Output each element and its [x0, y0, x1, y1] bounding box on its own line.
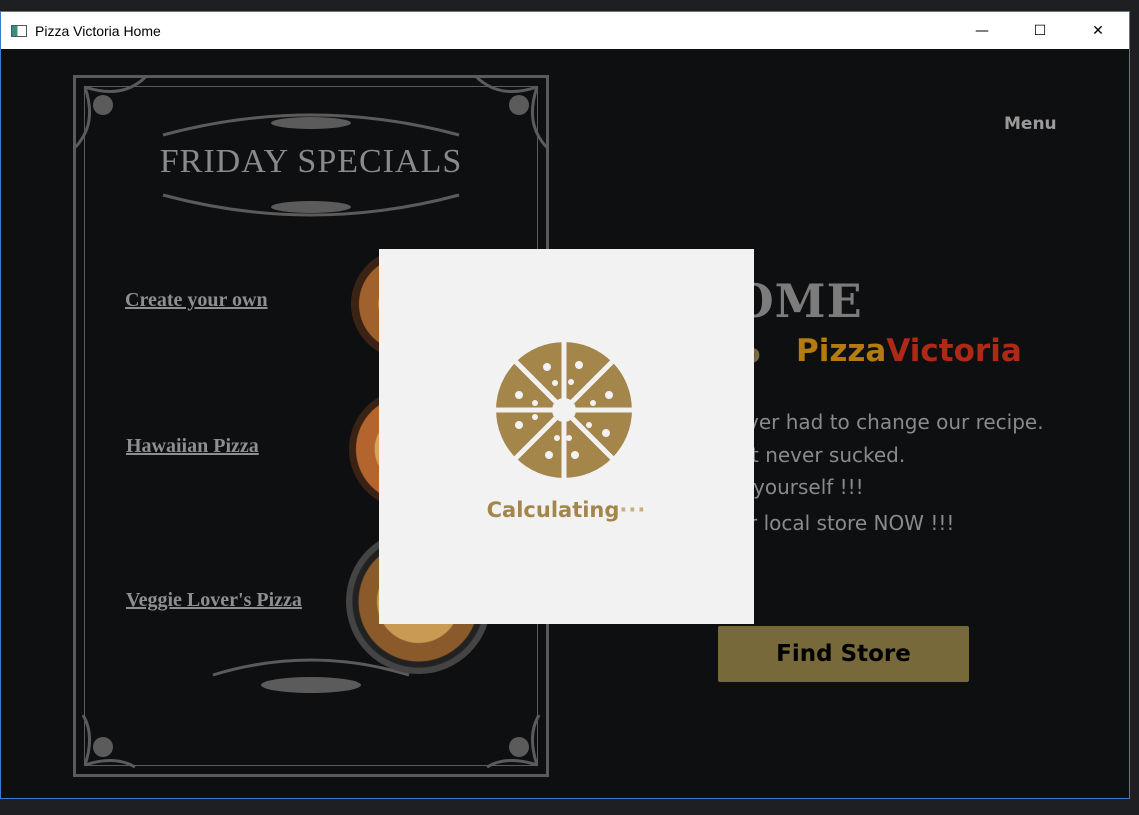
tagline-line-3: yourself !!! [753, 475, 864, 499]
maximize-button[interactable]: ☐ [1011, 12, 1069, 49]
app-window: Pizza Victoria Home — ☐ ✕ FRIDAY SPECIAL… [0, 11, 1130, 799]
menu-item-hawaiian-pizza[interactable]: Hawaiian Pizza [126, 435, 259, 458]
brand-name-part1: Pizza [796, 333, 887, 369]
loading-dialog: Calculating··· [379, 249, 754, 624]
tagline-line-2: t never sucked. [751, 443, 906, 467]
title-bar[interactable]: Pizza Victoria Home — ☐ ✕ [1, 12, 1129, 49]
loading-dots: ··· [619, 498, 647, 522]
loading-label: Calculating [486, 498, 620, 522]
pizza-icon [491, 337, 637, 483]
find-store-button[interactable]: Find Store [718, 626, 969, 682]
loading-text: Calculating··· [379, 498, 754, 522]
tagline-line-1: ver had to change our recipe. [747, 410, 1044, 434]
page-content: FRIDAY SPECIALS Create your own Hawaiian… [1, 49, 1129, 798]
specials-title: FRIDAY SPECIALS [159, 143, 463, 180]
menu-item-veggie-lovers-pizza[interactable]: Veggie Lover's Pizza [126, 589, 302, 612]
minimize-button[interactable]: — [953, 12, 1011, 49]
app-icon [11, 24, 27, 37]
menu-item-create-your-own[interactable]: Create your own [125, 289, 268, 312]
nav-menu-link[interactable]: Menu [1004, 114, 1057, 134]
close-button[interactable]: ✕ [1069, 12, 1127, 49]
window-title: Pizza Victoria Home [35, 22, 161, 39]
brand-name-part2: Victoria [886, 333, 1022, 369]
tagline-line-4: r local store NOW !!! [749, 511, 955, 535]
brand-name: PizzaVictoria [796, 333, 1022, 369]
